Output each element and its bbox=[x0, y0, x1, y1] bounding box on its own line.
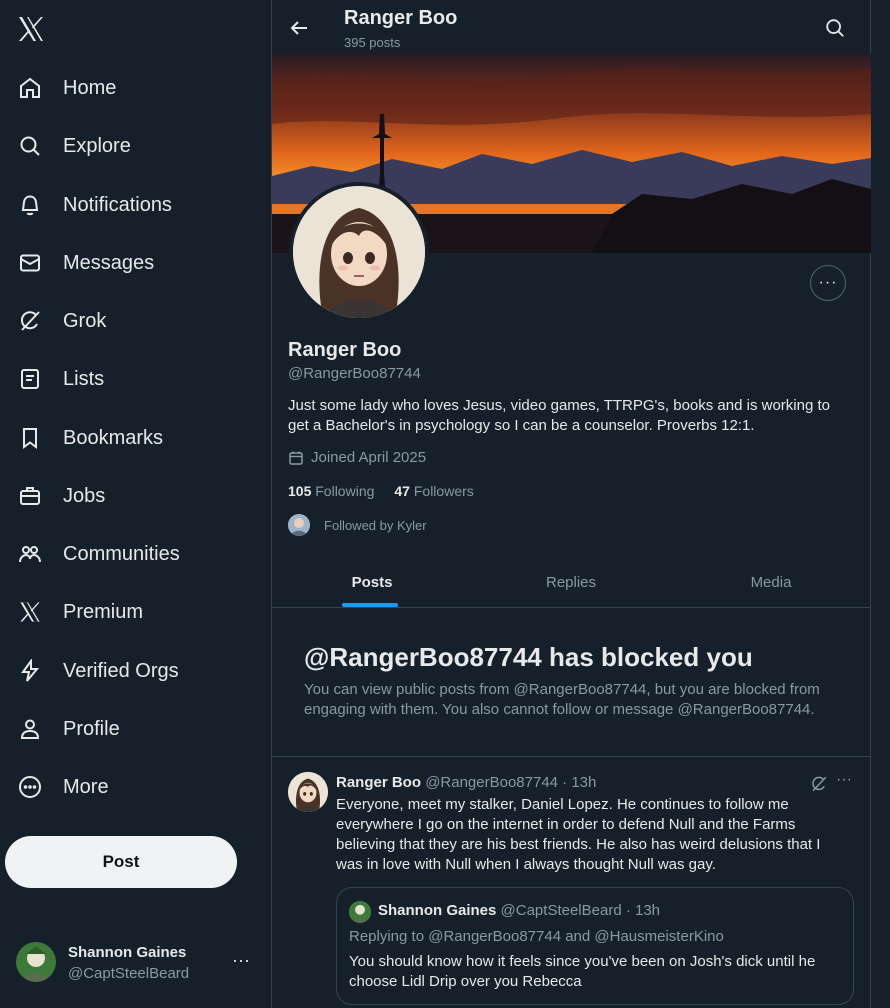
account-switcher[interactable]: Shannon Gaines @CaptSteelBeard ··· bbox=[0, 938, 268, 990]
post-author-name[interactable]: Ranger Boo bbox=[336, 774, 421, 791]
account-handle: @CaptSteelBeard bbox=[68, 965, 190, 982]
followers-count: 47 bbox=[394, 483, 410, 499]
nav-communities[interactable]: Communities bbox=[0, 530, 260, 578]
post[interactable]: Ranger Boo @RangerBoo87744 · 13h ··· Eve… bbox=[272, 757, 871, 1008]
followers-link[interactable]: 47 Followers bbox=[394, 483, 473, 499]
calendar-icon bbox=[288, 450, 304, 466]
followers-label: Followers bbox=[413, 483, 474, 499]
post-header: Ranger Boo @RangerBoo87744 · 13h bbox=[336, 774, 596, 791]
nav-label: More bbox=[63, 775, 109, 798]
nav-label: Bookmarks bbox=[63, 426, 164, 449]
nav-notifications[interactable]: Notifications bbox=[0, 181, 260, 229]
following-label: Following bbox=[315, 483, 375, 499]
post-button[interactable]: Post bbox=[5, 836, 237, 888]
nav-grok[interactable]: Grok bbox=[0, 297, 260, 345]
quoted-post-text: You should know how it feels since you'v… bbox=[349, 953, 816, 990]
x-logo-icon bbox=[17, 599, 43, 625]
nav-lists[interactable]: Lists bbox=[0, 355, 260, 403]
quoted-author-name: Shannon Gaines bbox=[378, 902, 497, 919]
list-icon bbox=[17, 366, 43, 392]
grok-icon[interactable] bbox=[810, 775, 828, 793]
home-icon bbox=[17, 75, 43, 101]
quoted-post[interactable]: Shannon Gaines @CaptSteelBeard · 13h Rep… bbox=[336, 887, 854, 1005]
nav-premium[interactable]: Premium bbox=[0, 588, 260, 636]
post-avatar[interactable] bbox=[288, 772, 328, 812]
followed-by-text: Followed by Kyler bbox=[324, 517, 427, 533]
nav-home[interactable]: Home bbox=[0, 64, 260, 112]
nav-explore[interactable]: Explore bbox=[0, 122, 260, 170]
profile-column: Ranger Boo 395 posts ··· Ranger Boo @Ran… bbox=[271, 0, 871, 1008]
nav-label: Explore bbox=[63, 134, 131, 157]
header-post-count: 395 posts bbox=[344, 35, 401, 50]
profile-handle: @RangerBoo87744 bbox=[288, 365, 421, 382]
nav-profile[interactable]: Profile bbox=[0, 705, 260, 753]
nav-label: Jobs bbox=[63, 484, 106, 507]
post-text: Everyone, meet my stalker, Daniel Lopez.… bbox=[336, 796, 821, 873]
profile-joined: Joined April 2025 bbox=[288, 449, 426, 466]
nav-label: Verified Orgs bbox=[63, 659, 179, 682]
profile-name: Ranger Boo bbox=[288, 339, 402, 361]
profile-avatar[interactable] bbox=[289, 182, 429, 322]
nav-messages[interactable]: Messages bbox=[0, 239, 260, 287]
nav-label: Notifications bbox=[63, 193, 172, 216]
profile-bio: Just some lady who loves Jesus, video ga… bbox=[288, 397, 830, 434]
bookmark-icon bbox=[17, 425, 43, 451]
nav-label: Premium bbox=[63, 600, 144, 623]
nav-label: Profile bbox=[63, 717, 120, 740]
nav-bookmarks[interactable]: Bookmarks bbox=[0, 414, 260, 462]
back-arrow-icon[interactable] bbox=[288, 17, 310, 39]
quoted-post-avatar bbox=[349, 901, 371, 923]
followed-by[interactable]: Followed by Kyler bbox=[288, 514, 427, 536]
joined-text: Joined April 2025 bbox=[311, 449, 427, 466]
search-icon bbox=[17, 133, 43, 159]
blocked-title: @RangerBoo87744 has blocked you bbox=[304, 642, 753, 672]
people-icon bbox=[17, 541, 43, 567]
blocked-text: You can view public posts from @RangerBo… bbox=[304, 681, 820, 718]
account-name: Shannon Gaines bbox=[68, 944, 187, 961]
header-title: Ranger Boo bbox=[344, 7, 458, 29]
sidebar: Home Explore Notifications Messages Grok… bbox=[0, 0, 271, 1008]
person-icon bbox=[17, 716, 43, 742]
x-logo-icon[interactable] bbox=[16, 14, 46, 44]
nav-verified-orgs[interactable]: Verified Orgs bbox=[0, 647, 260, 695]
nav-label: Home bbox=[63, 76, 117, 99]
tab-media[interactable]: Media bbox=[671, 556, 871, 608]
profile-tabs: Posts Replies Media bbox=[272, 556, 871, 608]
envelope-icon bbox=[17, 250, 43, 276]
lightning-icon bbox=[17, 658, 43, 684]
tab-replies[interactable]: Replies bbox=[471, 556, 671, 608]
following-count: 105 bbox=[288, 483, 312, 499]
follower-avatar bbox=[288, 514, 310, 536]
more-circle-icon bbox=[17, 774, 43, 800]
quoted-handle-time: @CaptSteelBeard · 13h bbox=[500, 902, 661, 919]
nav-label: Messages bbox=[63, 251, 155, 274]
nav-jobs[interactable]: Jobs bbox=[0, 472, 260, 520]
briefcase-icon bbox=[17, 483, 43, 509]
bell-icon bbox=[17, 192, 43, 218]
following-link[interactable]: 105 Following bbox=[288, 483, 374, 499]
search-icon[interactable] bbox=[824, 17, 846, 39]
profile-more-button[interactable]: ··· bbox=[810, 265, 846, 301]
profile-header-bar: Ranger Boo 395 posts bbox=[272, 0, 870, 54]
nav-more[interactable]: More bbox=[0, 763, 260, 811]
tab-active-indicator bbox=[342, 603, 398, 607]
quoted-replying-to: Replying to @RangerBoo87744 and @Hausmei… bbox=[349, 928, 724, 945]
avatar bbox=[16, 942, 56, 982]
post-more-icon[interactable]: ··· bbox=[836, 771, 852, 789]
nav-label: Lists bbox=[63, 367, 105, 390]
grok-icon bbox=[17, 308, 43, 334]
tab-posts[interactable]: Posts bbox=[272, 556, 472, 608]
nav-label: Grok bbox=[63, 309, 107, 332]
profile-follow-stats: 105 Following 47 Followers bbox=[288, 483, 474, 499]
post-handle-time: @RangerBoo87744 · 13h bbox=[425, 774, 597, 791]
nav-label: Communities bbox=[63, 542, 180, 565]
more-icon[interactable]: ··· bbox=[232, 950, 250, 971]
blocked-notice: @RangerBoo87744 has blocked you You can … bbox=[272, 608, 871, 757]
quoted-post-header: Shannon Gaines @CaptSteelBeard · 13h bbox=[378, 902, 660, 919]
